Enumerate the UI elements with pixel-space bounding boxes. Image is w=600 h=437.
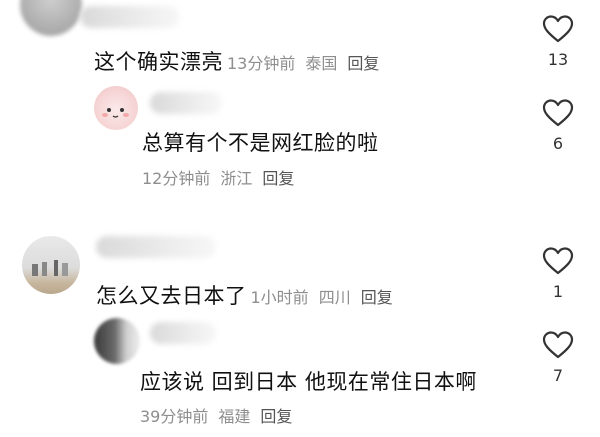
avatar[interactable] [22, 236, 80, 294]
avatar[interactable] [94, 86, 138, 130]
comment-body: 总算有个不是网红脸的啦 [142, 131, 379, 155]
reply-button[interactable]: 回复 [262, 169, 294, 188]
comment-meta: 39分钟前 福建 回复 [140, 403, 302, 427]
comment-meta: 13分钟前 泰国 回复 [227, 54, 389, 73]
heart-icon [542, 331, 574, 359]
username-blurred[interactable] [96, 236, 216, 258]
username-blurred[interactable] [150, 322, 216, 344]
comment-time: 1小时前 [250, 288, 309, 307]
comment-text: 怎么又去日本了 1小时前 四川 回复 [96, 280, 403, 310]
comment-meta: 1小时前 四川 回复 [251, 288, 403, 307]
heart-icon [542, 247, 574, 275]
comment-location: 福建 [218, 407, 251, 426]
reply-button[interactable]: 回复 [260, 407, 292, 426]
comment-time: 13分钟前 [227, 54, 296, 73]
reply-button[interactable]: 回复 [347, 54, 379, 73]
comment-body: 怎么又去日本了 [96, 284, 247, 308]
comment-location: 四川 [318, 288, 351, 307]
like-button[interactable]: 1 [528, 246, 588, 301]
like-count: 13 [547, 50, 569, 69]
comment-meta: 12分钟前 浙江 回复 [142, 165, 304, 189]
comment-text: 这个确实漂亮 13分钟前 泰国 回复 [94, 46, 389, 76]
comment-time: 39分钟前 [140, 407, 209, 426]
avatar-face-icon [102, 108, 129, 118]
like-button[interactable]: 13 [528, 14, 588, 69]
avatar-photo-icon [32, 260, 68, 276]
comment-body: 这个确实漂亮 [94, 50, 223, 74]
reply-button[interactable]: 回复 [361, 288, 393, 307]
username-blurred[interactable] [80, 6, 180, 28]
like-count: 1 [552, 282, 564, 301]
like-button[interactable]: 6 [528, 98, 588, 153]
heart-icon [542, 99, 574, 127]
heart-icon [542, 15, 574, 43]
comment-location: 泰国 [305, 54, 338, 73]
username-blurred[interactable] [150, 92, 222, 114]
like-button[interactable]: 7 [528, 330, 588, 385]
like-count: 6 [552, 134, 564, 153]
like-count: 7 [552, 366, 564, 385]
comment-body: 应该说 回到日本 他现在常住日本啊 [140, 370, 477, 394]
avatar[interactable] [20, 0, 82, 36]
avatar[interactable] [94, 318, 140, 364]
comment-time: 12分钟前 [142, 169, 211, 188]
comment-location: 浙江 [220, 169, 253, 188]
